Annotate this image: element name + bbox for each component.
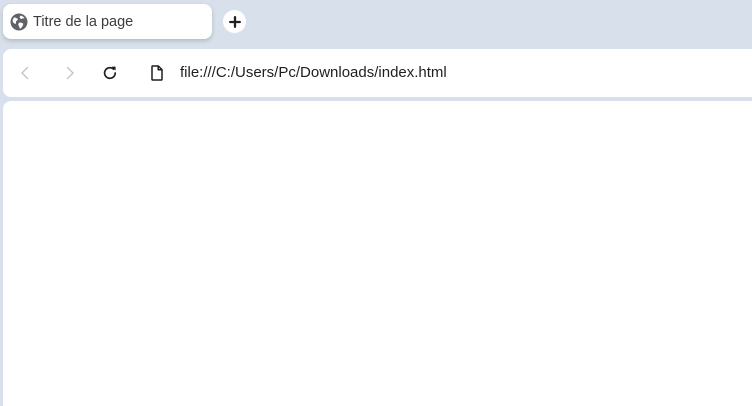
new-tab-button[interactable] [223, 10, 246, 33]
browser-tab[interactable]: Titre de la page [3, 4, 212, 39]
reload-button[interactable] [98, 61, 122, 85]
tab-strip: Titre de la page [0, 0, 752, 48]
browser-toolbar: file:///C:/Users/Pc/Downloads/index.html [3, 49, 752, 97]
chevron-right-icon [66, 66, 74, 80]
reload-icon [103, 66, 117, 80]
plus-icon [228, 15, 241, 28]
chevron-left-icon [21, 66, 29, 80]
forward-button[interactable] [58, 61, 82, 85]
tab-title: Titre de la page [33, 14, 134, 30]
back-button[interactable] [13, 61, 37, 85]
globe-icon [10, 13, 28, 31]
page-viewport [3, 101, 752, 406]
file-icon [150, 65, 164, 81]
address-url[interactable]: file:///C:/Users/Pc/Downloads/index.html [180, 64, 447, 82]
address-bar[interactable]: file:///C:/Users/Pc/Downloads/index.html [143, 59, 743, 87]
